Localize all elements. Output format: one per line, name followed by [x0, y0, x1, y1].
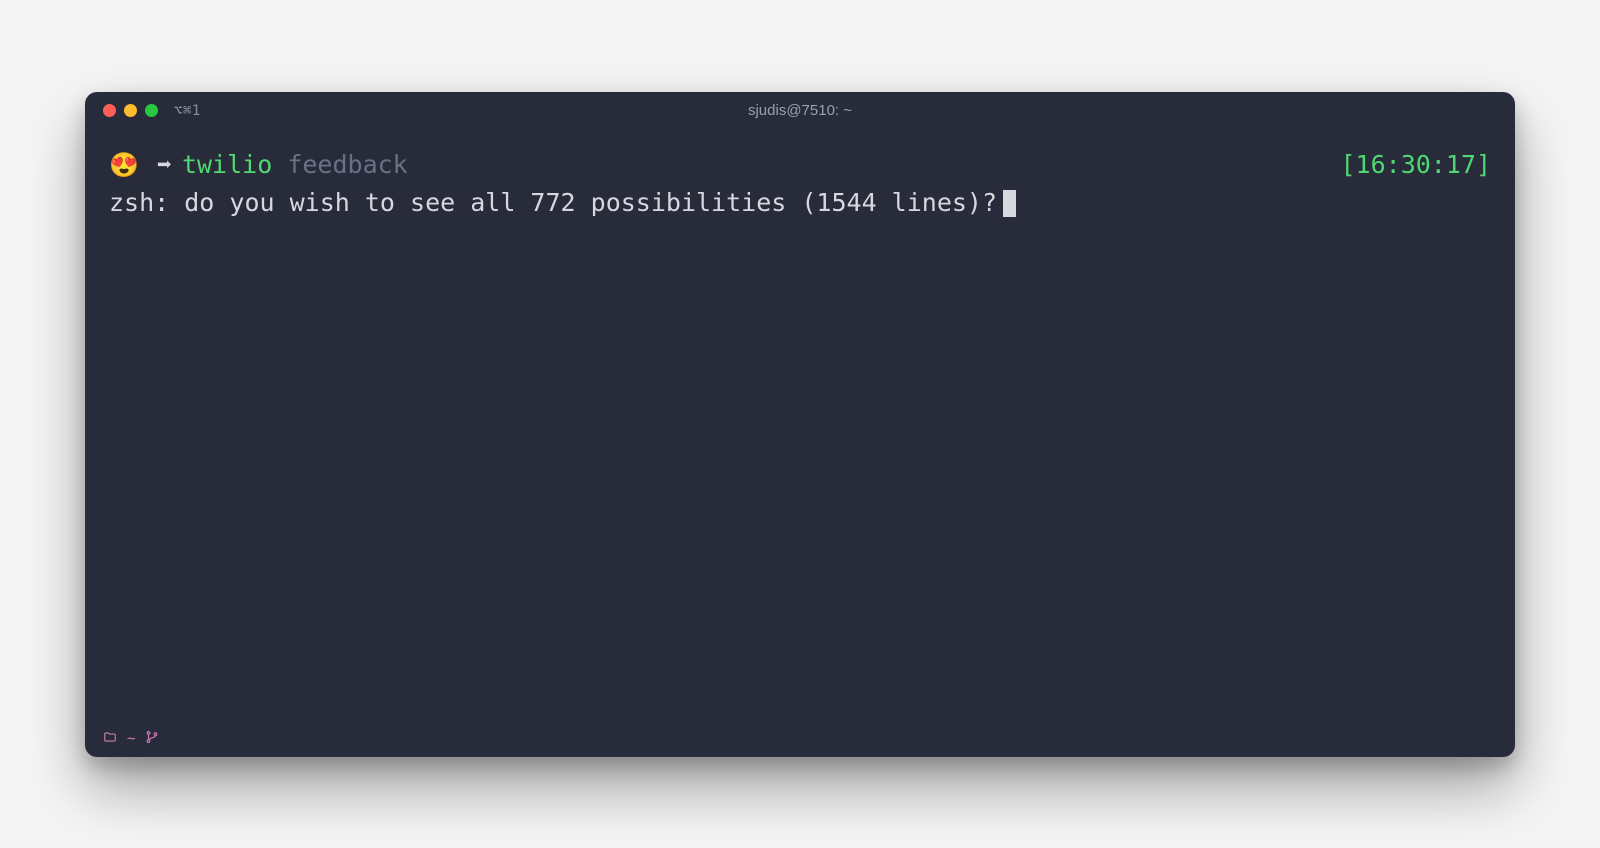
prompt-emoji-icon: 😍 — [109, 147, 139, 184]
terminal-body[interactable]: 😍 ➡ twilio feedback [16:30:17] zsh: do y… — [85, 130, 1515, 727]
prompt-line: 😍 ➡ twilio feedback [16:30:17] — [109, 146, 1491, 185]
folder-icon — [103, 730, 117, 748]
prompt-arrow-icon: ➡ — [157, 146, 172, 185]
autosuggestion-text: feedback — [272, 146, 407, 185]
zsh-question-text: zsh: do you wish to see all 772 possibil… — [109, 184, 997, 223]
zoom-button[interactable] — [145, 104, 158, 117]
git-branch-icon — [145, 730, 159, 748]
close-button[interactable] — [103, 104, 116, 117]
title-bar: ⌥⌘1 sjudis@7510: ~ — [85, 92, 1515, 130]
prompt-timestamp: [16:30:17] — [1340, 146, 1491, 185]
minimize-button[interactable] — [124, 104, 137, 117]
cursor — [1003, 190, 1016, 217]
tab-indicator: ⌥⌘1 — [174, 103, 201, 119]
status-path: ~ — [127, 731, 135, 747]
command-text: twilio — [182, 146, 272, 185]
window-title: sjudis@7510: ~ — [748, 102, 852, 119]
zsh-output-line: zsh: do you wish to see all 772 possibil… — [109, 184, 1491, 223]
terminal-window: ⌥⌘1 sjudis@7510: ~ 😍 ➡ twilio feedback [… — [85, 92, 1515, 757]
traffic-lights — [103, 104, 158, 117]
status-bar: ~ — [85, 727, 1515, 757]
